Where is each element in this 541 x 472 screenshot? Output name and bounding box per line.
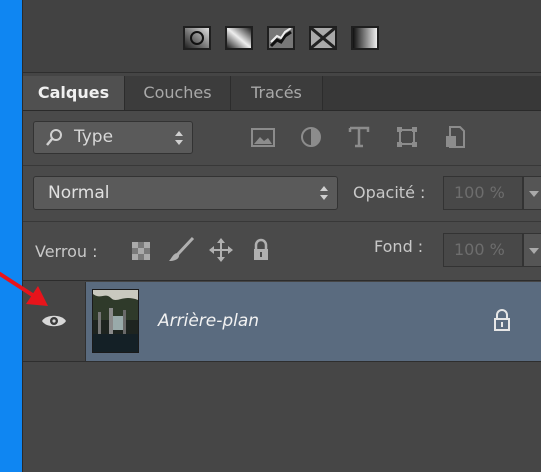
tab-couches[interactable]: Couches	[125, 76, 231, 110]
opacity-dropdown-button[interactable]	[523, 176, 541, 210]
opacity-field[interactable]: 100 %	[443, 176, 523, 210]
layer-thumbnail[interactable]	[92, 289, 139, 353]
blend-mode-select[interactable]: Normal	[33, 176, 338, 210]
red-arrow-annotation-icon	[0, 272, 48, 306]
opacity-label: Opacité :	[353, 183, 426, 202]
filter-kind-label: Type	[74, 127, 114, 147]
lock-row: Verrou : Fond : 100 %	[23, 222, 541, 281]
lock-all-icon[interactable]	[247, 236, 275, 264]
fill-field[interactable]: 100 %	[443, 233, 523, 267]
lock-transparent-pixels-icon[interactable]	[127, 236, 155, 264]
reflected-gradient-button[interactable]	[309, 26, 337, 50]
blend-row: Normal Opacité : 100 %	[23, 166, 541, 222]
smart-object-filter-icon[interactable]	[441, 123, 469, 151]
tab-calques[interactable]: Calques	[23, 76, 125, 110]
chevron-down-icon	[529, 248, 539, 254]
chevron-down-icon	[529, 191, 539, 197]
fill-label: Fond :	[374, 237, 424, 256]
image-filter-icon[interactable]	[249, 123, 277, 151]
filter-kind-select[interactable]: Type	[33, 121, 193, 154]
fill-dropdown-button[interactable]	[523, 233, 541, 267]
filter-row: Type	[23, 111, 541, 166]
layers-panel: Calques Couches Tracés Type Normal Opaci…	[22, 0, 541, 472]
lock-position-icon[interactable]	[207, 236, 235, 264]
layer-name[interactable]: Arrière-plan	[158, 311, 259, 331]
layer-row[interactable]: Arrière-plan	[23, 282, 541, 362]
diamond-gradient-button[interactable]	[351, 26, 379, 50]
spinner-arrows-icon	[175, 131, 183, 145]
lock-image-pixels-icon[interactable]	[167, 236, 195, 264]
linear-gradient-button[interactable]	[183, 26, 211, 50]
tab-traces[interactable]: Tracés	[231, 76, 323, 110]
search-icon	[46, 129, 62, 146]
adjustment-filter-icon[interactable]	[297, 123, 325, 151]
shape-filter-icon[interactable]	[393, 123, 421, 151]
text-filter-icon[interactable]	[345, 123, 373, 151]
panel-tabs: Calques Couches Tracés	[23, 76, 541, 111]
radial-gradient-button[interactable]	[225, 26, 253, 50]
lock-label: Verrou :	[35, 242, 98, 261]
angle-gradient-button[interactable]	[267, 26, 295, 50]
blend-mode-value: Normal	[48, 183, 110, 203]
gradient-toolbar	[23, 0, 541, 73]
spinner-arrows-icon	[320, 186, 328, 200]
layer-selection[interactable]: Arrière-plan	[86, 282, 541, 361]
lock-icon	[494, 309, 510, 331]
layers-empty-area	[23, 362, 541, 472]
